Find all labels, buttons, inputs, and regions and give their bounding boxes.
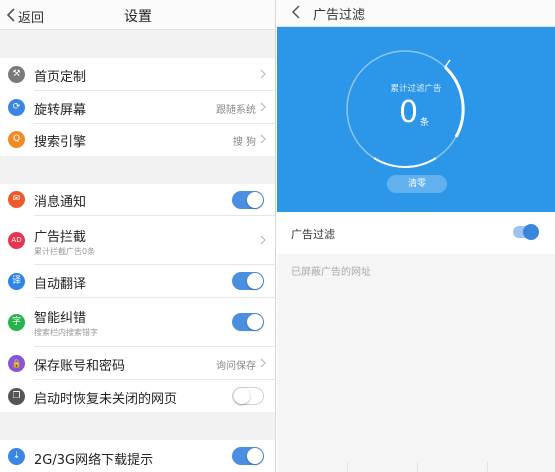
divider (487, 462, 488, 472)
ad-filter-panel: 广告过滤 累计过滤广告 0 条 清零 广告过滤 已屏蔽广告的网址 (277, 0, 555, 472)
ad-filter-label: 广告过滤 (291, 228, 335, 241)
setting-row-save-password[interactable]: 🔒 保存账号和密码 询问保存 (0, 347, 275, 380)
clear-button[interactable]: 清零 (387, 175, 447, 193)
setting-row-notifications: ✉ 消息通知 (0, 184, 275, 216)
wrench-icon: ⚒ (8, 66, 25, 83)
setting-value: 搜 狗 (232, 137, 256, 148)
ad-filter-row: 广告过滤 (277, 212, 555, 254)
setting-label: 2G/3G网络下载提示 (34, 453, 154, 468)
page-title: 设置 (124, 9, 152, 25)
setting-label: 智能纠错 (34, 311, 87, 326)
chevron-right-icon (260, 235, 266, 245)
setting-row-spellcheck: 字 智能纠错 搜索栏内搜索错字 (0, 298, 275, 347)
filtered-count: 0 (399, 95, 419, 130)
back-chevron-icon[interactable] (291, 5, 301, 19)
settings-top-bar: 返回 设置 (0, 0, 275, 30)
setting-row-translate: 译 自动翻译 (0, 265, 275, 298)
translate-icon: 译 (8, 273, 25, 290)
divider (417, 462, 418, 472)
notifications-toggle[interactable] (232, 191, 264, 209)
setting-label: 搜索引擎 (34, 135, 87, 150)
rotate-screen-icon: ⟳ (8, 99, 25, 116)
chevron-right-icon (260, 134, 266, 144)
restore-pages-toggle[interactable] (232, 387, 264, 405)
setting-sublabel: 搜索栏内搜索错字 (34, 328, 98, 337)
divider (347, 462, 348, 472)
setting-row-rotate[interactable]: ⟳ 旋转屏幕 跟随系统 (0, 91, 275, 124)
translate-toggle[interactable] (232, 272, 264, 290)
download-prompt-icon: ⇣ (8, 448, 25, 465)
setting-sublabel: 累计拦截广告0条 (34, 247, 96, 256)
setting-label: 首页定制 (34, 70, 87, 85)
chevron-right-icon (260, 358, 266, 368)
chevron-right-icon (260, 69, 266, 79)
setting-row-network-prompt: ⇣ 2G/3G网络下载提示 (0, 440, 275, 472)
spellcheck-toggle[interactable] (232, 313, 264, 331)
network-prompt-toggle[interactable] (232, 447, 264, 465)
ad-block-icon: AD (8, 232, 25, 249)
settings-panel: 返回 设置 ⚒ 首页定制 ⟳ 旋转屏幕 跟随系统 Q 搜索引擎 搜 狗 ✉ 消息… (0, 0, 276, 472)
spell-check-icon: 字 (8, 314, 25, 331)
setting-value: 跟随系统 (216, 105, 256, 116)
lock-icon: 🔒 (8, 355, 25, 372)
chevron-right-icon (260, 102, 266, 112)
notification-icon: ✉ (8, 191, 25, 208)
page-title: 广告过滤 (313, 8, 366, 23)
search-icon: Q (8, 131, 25, 148)
setting-label: 启动时恢复未关闭的网页 (34, 392, 178, 407)
setting-row-search-engine[interactable]: Q 搜索引擎 搜 狗 (0, 124, 275, 156)
setting-label: 自动翻译 (34, 277, 87, 292)
setting-row-ad-block[interactable]: AD 广告拦截 累计拦截广告0条 (0, 216, 275, 265)
setting-row-homepage[interactable]: ⚒ 首页定制 (0, 58, 275, 91)
setting-label: 旋转屏幕 (34, 103, 87, 118)
filtered-count-label: 累计过滤广告 (390, 84, 442, 94)
setting-label: 广告拦截 (34, 230, 87, 245)
blocked-sites-label[interactable]: 已屏蔽广告的网址 (291, 263, 371, 278)
setting-value: 询问保存 (216, 361, 256, 372)
restore-pages-icon: ❐ (8, 388, 25, 405)
setting-label: 保存账号和密码 (34, 359, 126, 374)
ad-filter-summary: 累计过滤广告 0 条 清零 (277, 27, 555, 212)
setting-row-restore-pages: ❐ 启动时恢复未关闭的网页 (0, 380, 275, 412)
setting-label: 消息通知 (34, 195, 87, 210)
ad-filter-toggle[interactable] (513, 224, 539, 240)
ad-filter-top-bar: 广告过滤 (277, 0, 555, 27)
filtered-count-unit: 条 (420, 118, 430, 128)
